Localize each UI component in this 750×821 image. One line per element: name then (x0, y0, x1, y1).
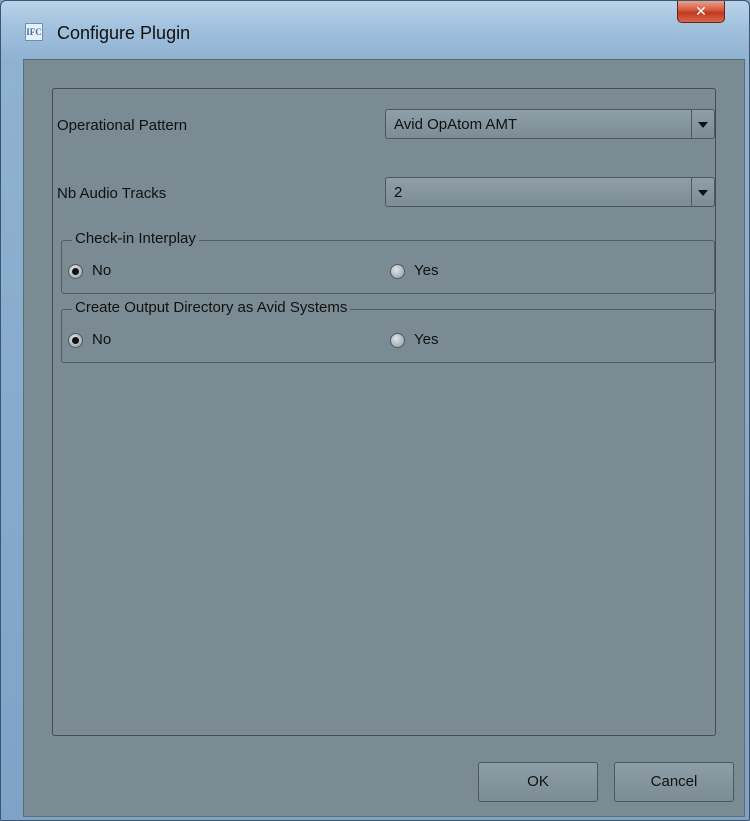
checkin-interplay-title: Check-in Interplay (72, 230, 199, 247)
output-directory-group: Create Output Directory as Avid Systems … (61, 299, 715, 363)
title-bar[interactable]: IFC Configure Plugin ✕ (1, 1, 749, 59)
output-dir-no-label: No (92, 331, 112, 348)
ok-button[interactable]: OK (478, 762, 598, 802)
output-dir-yes-label: Yes (414, 331, 439, 348)
radio-unchecked-icon[interactable] (390, 333, 405, 348)
operational-pattern-label: Operational Pattern (57, 117, 188, 134)
window-title: Configure Plugin (57, 23, 191, 43)
dialog-body: Operational Pattern Avid OpAtom AMT Nb A… (23, 59, 745, 817)
audio-tracks-label: Nb Audio Tracks (57, 185, 167, 202)
operational-pattern-value: Avid OpAtom AMT (394, 116, 518, 133)
close-button[interactable]: ✕ (677, 1, 725, 23)
cancel-button[interactable]: Cancel (614, 762, 734, 802)
operational-pattern-select[interactable]: Avid OpAtom AMT (385, 109, 715, 139)
output-directory-title: Create Output Directory as Avid Systems (72, 299, 351, 316)
close-icon: ✕ (695, 3, 707, 19)
settings-panel: Operational Pattern Avid OpAtom AMT Nb A… (52, 88, 716, 736)
audio-tracks-select[interactable]: 2 (385, 177, 715, 207)
chevron-down-icon[interactable] (691, 110, 714, 138)
checkin-no-label: No (92, 262, 112, 279)
checkin-interplay-group: Check-in Interplay No Yes (61, 230, 715, 294)
radio-checked-icon[interactable] (68, 333, 83, 348)
chevron-down-icon[interactable] (691, 178, 714, 206)
audio-tracks-value: 2 (394, 184, 403, 201)
app-icon: IFC (25, 23, 43, 41)
checkin-yes-label: Yes (414, 262, 439, 279)
radio-checked-icon[interactable] (68, 264, 83, 279)
radio-unchecked-icon[interactable] (390, 264, 405, 279)
configure-plugin-dialog: IFC Configure Plugin ✕ Operational Patte… (0, 0, 750, 821)
